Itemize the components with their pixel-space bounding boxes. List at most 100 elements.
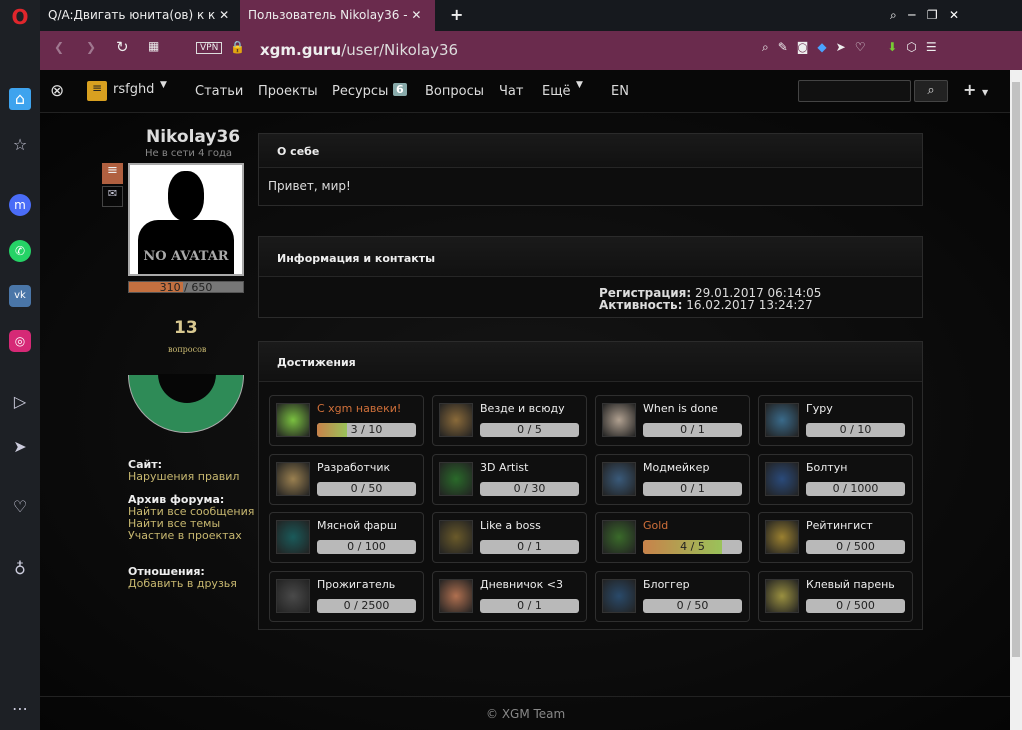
window-controls[interactable]: ⌕ ─ ❐ ✕: [882, 0, 967, 31]
achievement-card[interactable]: Like a boss 0 / 1: [432, 512, 587, 563]
toolbar-icons[interactable]: ⌕✎◙◆➤♡ ⬇⬡☰: [762, 40, 946, 55]
rules-link[interactable]: Нарушения правил: [128, 471, 254, 483]
achievement-card[interactable]: Рейтингист 0 / 500: [758, 512, 913, 563]
resources-badge: 6: [393, 83, 407, 96]
achievement-icon: [439, 403, 473, 437]
close-tab-icon[interactable]: ✕: [219, 8, 229, 22]
achievement-card[interactable]: Дневничок <3 0 / 1: [432, 570, 587, 622]
tab-bar: Q/A:Двигать юнита(ов) к к ✕ Пользователь…: [40, 0, 1022, 31]
achievement-progress: 3 / 10: [317, 423, 416, 437]
nav-questions[interactable]: Вопросы: [425, 84, 484, 99]
scrollbar[interactable]: [1010, 70, 1022, 730]
search-button[interactable]: ⌕: [914, 80, 948, 102]
search-input[interactable]: [798, 80, 911, 102]
more-icon[interactable]: ⋯: [9, 698, 31, 720]
page-content: Nikolay36 Не в сети 4 года ≡ ✉ NO AVATAR…: [40, 113, 1010, 730]
vk-icon[interactable]: vk: [9, 285, 31, 307]
questions-label: вопросов: [168, 345, 207, 354]
achievement-name: Блоггер: [643, 577, 690, 591]
messenger-icon[interactable]: m: [9, 194, 31, 216]
achievement-card[interactable]: Прожигатель 0 / 2500: [269, 570, 424, 622]
add-friend-link[interactable]: Добавить в друзья: [128, 578, 254, 590]
achievement-card[interactable]: Гуру 0 / 10: [758, 395, 913, 446]
address-bar: ❮ ❯ ↻ ▦ VPN 🔒 xgm.guru/user/Nikolay36 ⌕✎…: [40, 31, 1022, 70]
achievement-progress: 0 / 2500: [317, 598, 416, 613]
nav-articles[interactable]: Статьи: [195, 84, 243, 99]
whatsapp-icon[interactable]: ✆: [9, 240, 31, 262]
tab-user[interactable]: Пользователь Nikolay36 - ✕: [240, 0, 435, 31]
nav-projects[interactable]: Проекты: [258, 84, 318, 99]
achievement-card[interactable]: Мясной фарш 0 / 100: [269, 512, 424, 563]
achievement-card[interactable]: Везде и всюду 0 / 5: [432, 395, 587, 446]
profile-status: Не в сети 4 года: [145, 148, 233, 159]
star-icon[interactable]: ☆: [9, 134, 31, 156]
nav-chat[interactable]: Чат: [499, 84, 523, 99]
achievement-progress: 0 / 500: [806, 598, 905, 613]
profile-menu-button[interactable]: ≡: [102, 163, 123, 184]
opera-logo-icon[interactable]: O: [9, 6, 31, 28]
achievement-card[interactable]: Болтун 0 / 1000: [758, 453, 913, 505]
achievement-card[interactable]: Модмейкер 0 / 1: [595, 453, 750, 505]
close-circle-icon[interactable]: ⊗: [50, 81, 64, 101]
achievement-card[interactable]: Разработчик 0 / 50: [269, 453, 424, 505]
reload-icon[interactable]: ↻: [116, 38, 129, 56]
tab-qa[interactable]: Q/A:Двигать юнита(ов) к к ✕: [40, 0, 240, 31]
achievement-name: Прожигатель: [317, 577, 396, 591]
questions-donut: [128, 374, 244, 433]
achievement-card[interactable]: When is done 0 / 1: [595, 395, 750, 446]
heart-icon[interactable]: ♡: [9, 496, 31, 518]
player-icon[interactable]: ▷: [9, 391, 31, 413]
achievement-name: Gold: [643, 519, 669, 532]
chevron-down-icon[interactable]: ▼: [160, 80, 167, 90]
projects-link[interactable]: Участие в проектах: [128, 530, 254, 542]
instagram-icon[interactable]: ◎: [9, 330, 31, 352]
achievement-progress: 0 / 1: [480, 598, 579, 613]
close-tab-icon[interactable]: ✕: [411, 8, 421, 22]
send-icon[interactable]: ➤: [9, 436, 31, 458]
achievement-name: Болтун: [806, 460, 848, 474]
achievement-icon: [602, 461, 636, 496]
achievement-icon: [765, 578, 799, 613]
nav-lang[interactable]: EN: [611, 84, 629, 99]
activity: Активность: 16.02.2017 13:24:27: [599, 298, 813, 312]
achievement-card[interactable]: Блоггер 0 / 50: [595, 570, 750, 622]
achievements-panel: Достижения С xgm навеки! 3 / 10 Везде и …: [258, 341, 923, 630]
achievement-progress: 0 / 1: [643, 423, 742, 437]
achievement-card[interactable]: Gold 4 / 5: [595, 512, 750, 563]
home-icon[interactable]: ⌂: [9, 88, 31, 110]
achievement-icon: [276, 403, 310, 437]
achievement-icon: [765, 461, 799, 496]
achievement-name: When is done: [643, 402, 718, 415]
url-field[interactable]: xgm.guru/user/Nikolay36: [260, 41, 458, 59]
achievement-icon: [765, 403, 799, 437]
user-avatar-small[interactable]: ≡: [87, 81, 107, 101]
footer: © XGM Team: [486, 707, 566, 721]
add-menu-icon[interactable]: + ▼: [963, 80, 988, 99]
achievement-progress: 0 / 50: [643, 598, 742, 613]
achievement-icon: [765, 520, 799, 554]
tabs-grid-icon[interactable]: ▦: [148, 39, 159, 53]
back-icon[interactable]: ❮: [54, 40, 64, 54]
message-button[interactable]: ✉: [102, 186, 123, 207]
achievement-name: Мясной фарш: [317, 519, 397, 532]
achievement-progress: 0 / 1: [643, 481, 742, 496]
xp-bar: 310 / 650: [128, 281, 244, 293]
achievement-name: Дневничок <3: [480, 577, 563, 591]
achievement-card[interactable]: 3D Artist 0 / 30: [432, 453, 587, 505]
achievement-name: С xgm навеки!: [317, 402, 402, 415]
nav-resources[interactable]: Ресурсы: [332, 84, 388, 99]
achievement-card[interactable]: С xgm навеки! 3 / 10: [269, 395, 424, 446]
vpn-badge[interactable]: VPN: [196, 42, 223, 54]
chevron-down-icon: ▼: [576, 80, 583, 90]
achievement-name: Разработчик: [317, 460, 391, 474]
user-menu[interactable]: rsfghd: [113, 82, 154, 97]
site-nav: ⊗ ≡ rsfghd ▼ Статьи Проекты Ресурсы 6 Во…: [40, 70, 1010, 113]
profile-name: Nikolay36: [146, 127, 241, 147]
forward-icon[interactable]: ❯: [86, 40, 96, 54]
achievement-icon: [602, 578, 636, 613]
new-tab-button[interactable]: +: [442, 0, 471, 31]
achievement-icon: [276, 461, 310, 496]
bulb-icon[interactable]: ♁: [9, 558, 31, 580]
nav-more[interactable]: Ещё: [542, 84, 570, 99]
achievement-card[interactable]: Клевый парень 0 / 500: [758, 570, 913, 622]
